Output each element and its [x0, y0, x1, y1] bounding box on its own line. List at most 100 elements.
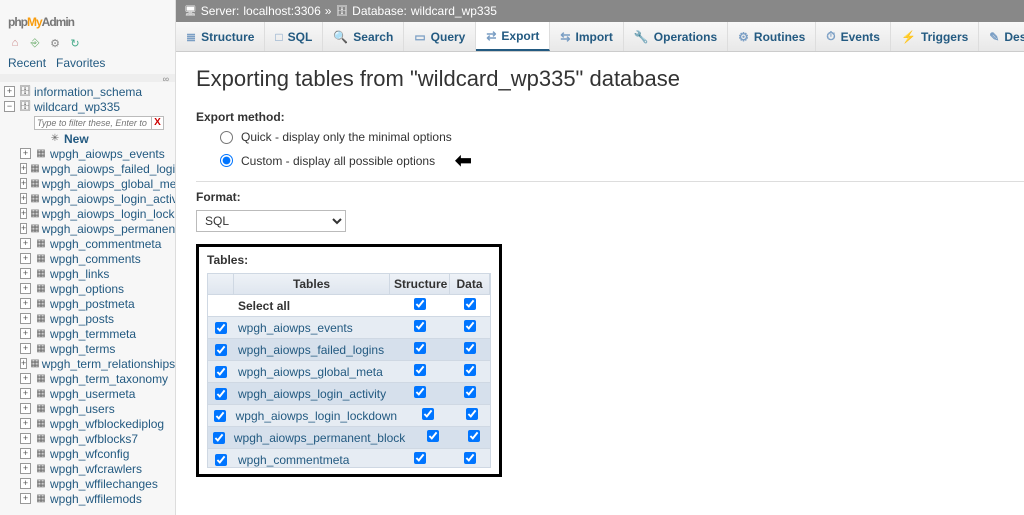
tab-routines[interactable]: ⚙Routines [728, 22, 816, 51]
expand-icon[interactable]: + [20, 208, 27, 219]
expand-icon[interactable]: + [20, 313, 31, 324]
tab-sql[interactable]: □SQL [265, 22, 323, 51]
expand-icon[interactable]: + [20, 358, 27, 369]
exit-icon[interactable]: ⎆ [28, 36, 42, 50]
table-wpgh_aiowps_global_meta[interactable]: +▦wpgh_aiowps_global_meta [2, 176, 175, 191]
tab-operations[interactable]: 🔧Operations [624, 22, 728, 51]
tab-structure[interactable]: ≣Structure [176, 22, 265, 51]
expand-icon[interactable]: + [20, 268, 31, 279]
db-wildcard-wp335[interactable]: −🗄wildcard_wp335 [2, 99, 175, 114]
table-wpgh_postmeta[interactable]: +▦wpgh_postmeta [2, 296, 175, 311]
table-wpgh_posts[interactable]: +▦wpgh_posts [2, 311, 175, 326]
table-wpgh_term_relationships[interactable]: +▦wpgh_term_relationships [2, 356, 175, 371]
table-wpgh_aiowps_login_lockdown[interactable]: +▦wpgh_aiowps_login_lockdown [2, 206, 175, 221]
expand-icon[interactable]: + [20, 328, 31, 339]
row-select[interactable] [214, 410, 226, 422]
row-select[interactable] [213, 432, 225, 444]
expand-icon[interactable]: + [20, 343, 31, 354]
row-select[interactable] [215, 388, 227, 400]
expand-icon[interactable]: + [20, 373, 31, 384]
row-data[interactable] [464, 364, 476, 376]
expand-icon[interactable]: + [20, 178, 27, 189]
table-wpgh_aiowps_failed_logins[interactable]: +▦wpgh_aiowps_failed_logins [2, 161, 175, 176]
new-table[interactable]: ✳New [2, 131, 175, 146]
db-information-schema[interactable]: +🗄information_schema [2, 84, 175, 99]
logo[interactable]: phpMyAdmin [0, 0, 175, 34]
expand-icon[interactable]: + [20, 463, 31, 474]
tab-search[interactable]: 🔍Search [323, 22, 404, 51]
expand-icon[interactable]: + [20, 193, 27, 204]
expand-icon[interactable]: + [20, 283, 31, 294]
table-row[interactable]: wpgh_aiowps_permanent_block [208, 426, 490, 448]
format-select[interactable]: SQL [196, 210, 346, 232]
row-structure[interactable] [414, 342, 426, 354]
expand-icon[interactable]: + [20, 298, 31, 309]
table-row[interactable]: wpgh_aiowps_global_meta [208, 360, 490, 382]
expand-icon[interactable]: + [20, 238, 31, 249]
table-wpgh_aiowps_login_activity[interactable]: +▦wpgh_aiowps_login_activity [2, 191, 175, 206]
row-data[interactable] [466, 408, 478, 420]
table-wpgh_wfconfig[interactable]: +▦wpgh_wfconfig [2, 446, 175, 461]
table-wpgh_links[interactable]: +▦wpgh_links [2, 266, 175, 281]
expand-icon[interactable]: + [20, 148, 31, 159]
row-structure[interactable] [427, 430, 439, 442]
table-wpgh_users[interactable]: +▦wpgh_users [2, 401, 175, 416]
expand-icon[interactable]: + [20, 388, 31, 399]
expand-icon[interactable]: + [20, 478, 31, 489]
table-filter-input[interactable] [34, 116, 152, 130]
tables-grid[interactable]: Tables Structure Data Select allwpgh_aio… [207, 273, 491, 468]
expand-icon[interactable]: + [20, 448, 31, 459]
row-data[interactable] [464, 342, 476, 354]
table-row[interactable]: wpgh_aiowps_login_activity [208, 382, 490, 404]
tab-import[interactable]: ⇆Import [550, 22, 623, 51]
table-wpgh_terms[interactable]: +▦wpgh_terms [2, 341, 175, 356]
row-structure[interactable] [422, 408, 434, 420]
reload-icon[interactable]: ↻ [68, 36, 82, 50]
table-wpgh_term_taxonomy[interactable]: +▦wpgh_term_taxonomy [2, 371, 175, 386]
row-data[interactable] [464, 452, 476, 464]
row-data[interactable] [464, 320, 476, 332]
table-wpgh_comments[interactable]: +▦wpgh_comments [2, 251, 175, 266]
row-data[interactable] [468, 430, 480, 442]
table-wpgh_usermeta[interactable]: +▦wpgh_usermeta [2, 386, 175, 401]
expand-icon[interactable]: + [20, 418, 31, 429]
export-method-custom[interactable] [220, 154, 233, 167]
table-wpgh_aiowps_permanent_block[interactable]: +▦wpgh_aiowps_permanent_block [2, 221, 175, 236]
collapse-handle[interactable]: ∞ [0, 74, 175, 82]
table-row[interactable]: wpgh_aiowps_login_lockdown [208, 404, 490, 426]
clear-filter-button[interactable]: X [152, 116, 164, 130]
row-structure[interactable] [414, 364, 426, 376]
row-select[interactable] [215, 322, 227, 334]
expand-icon[interactable]: − [4, 101, 15, 112]
tab-triggers[interactable]: ⚡Triggers [891, 22, 979, 51]
row-data[interactable] [464, 386, 476, 398]
home-icon[interactable]: ⌂ [8, 36, 22, 50]
gear-icon[interactable]: ⚙ [48, 36, 62, 50]
table-wpgh_wffilechanges[interactable]: +▦wpgh_wffilechanges [2, 476, 175, 491]
table-wpgh_wfcrawlers[interactable]: +▦wpgh_wfcrawlers [2, 461, 175, 476]
table-row[interactable]: wpgh_aiowps_failed_logins [208, 338, 490, 360]
row-structure[interactable] [414, 452, 426, 464]
expand-icon[interactable]: + [20, 403, 31, 414]
expand-icon[interactable]: + [20, 493, 31, 504]
recent-link[interactable]: Recent [8, 56, 46, 70]
table-wpgh_wffilemods[interactable]: +▦wpgh_wffilemods [2, 491, 175, 506]
expand-icon[interactable]: + [20, 433, 31, 444]
table-row[interactable]: wpgh_aiowps_events [208, 316, 490, 338]
expand-icon[interactable]: + [20, 223, 27, 234]
expand-icon[interactable]: + [20, 163, 27, 174]
expand-icon[interactable]: + [4, 86, 15, 97]
expand-icon[interactable]: + [20, 253, 31, 264]
tab-export[interactable]: ⇄Export [476, 22, 550, 51]
row-select[interactable] [215, 344, 227, 356]
export-method-quick[interactable] [220, 131, 233, 144]
select-all-data[interactable] [464, 298, 476, 310]
tab-designer[interactable]: ✎Designer [979, 22, 1024, 51]
table-wpgh_wfblockediplog[interactable]: +▦wpgh_wfblockediplog [2, 416, 175, 431]
table-wpgh_aiowps_events[interactable]: +▦wpgh_aiowps_events [2, 146, 175, 161]
table-wpgh_commentmeta[interactable]: +▦wpgh_commentmeta [2, 236, 175, 251]
table-wpgh_options[interactable]: +▦wpgh_options [2, 281, 175, 296]
breadcrumb-db[interactable]: wildcard_wp335 [411, 4, 497, 18]
favorites-link[interactable]: Favorites [56, 56, 105, 70]
row-structure[interactable] [414, 320, 426, 332]
